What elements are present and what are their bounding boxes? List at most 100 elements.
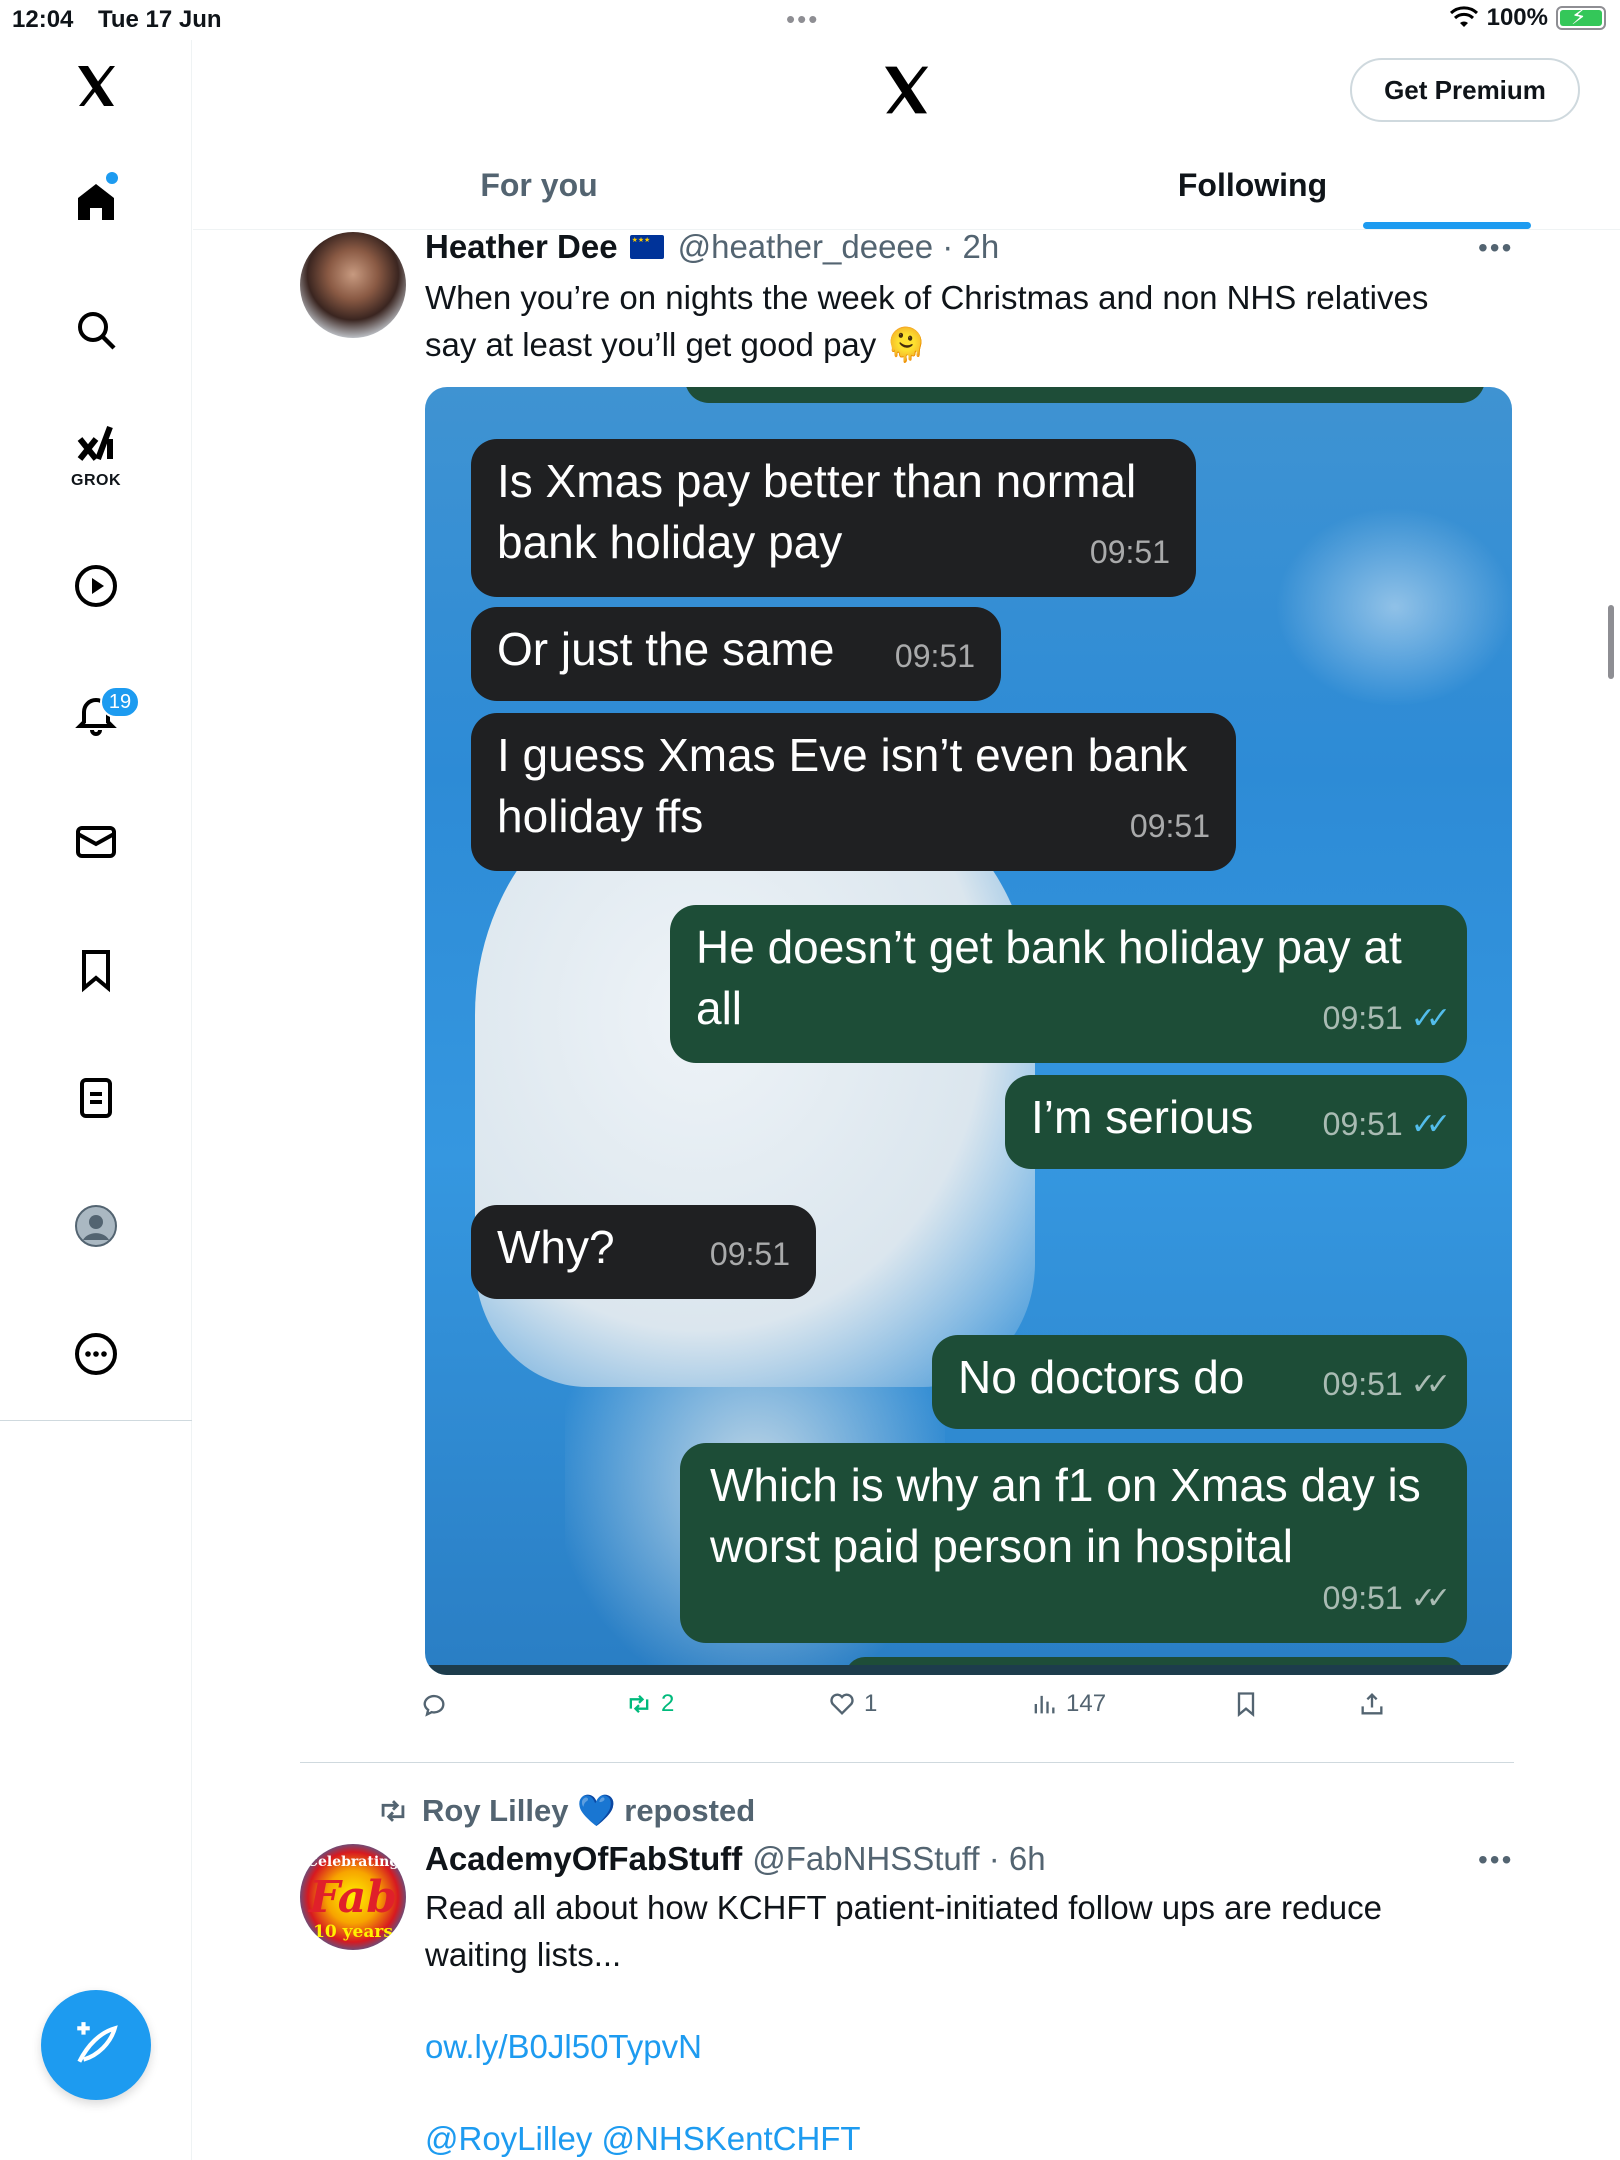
post2-text: Read all about how KCHFT patient-initiat… <box>425 1884 1382 1978</box>
bookmark-button[interactable] <box>1232 1690 1260 1718</box>
post2-author-handle[interactable]: @FabNHSStuff · 6h <box>752 1840 1045 1878</box>
post2-link[interactable]: ow.ly/B0Jl50TypvN <box>425 2028 702 2066</box>
sidebar-item-lists[interactable] <box>0 1052 192 1144</box>
x-logo-link[interactable] <box>0 40 192 132</box>
get-premium-button[interactable]: Get Premium <box>1350 58 1580 122</box>
x-header-logo-icon[interactable] <box>876 62 936 118</box>
home-icon <box>78 184 114 220</box>
sidebar-item-notifications[interactable]: 19 <box>0 668 192 760</box>
post-divider <box>300 1762 1514 1763</box>
multitask-dots-icon[interactable]: ••• <box>786 4 819 35</box>
wifi-icon <box>1449 6 1478 27</box>
chat-timestamp: 09:51 <box>709 1236 790 1272</box>
post1-author-name[interactable]: Heather Dee <box>425 228 618 266</box>
chat-bubble-text: He doesn’t get bank holiday pay at <box>696 921 1402 973</box>
scrollbar[interactable] <box>1608 605 1614 679</box>
views-count: 147 <box>1066 1690 1107 1717</box>
delivered-ticks-icon: ✓✓ <box>1410 1368 1451 1401</box>
mail-icon <box>76 826 116 858</box>
chat-bubble-text: I guess Xmas Eve isn’t even bank <box>497 729 1188 781</box>
eu-flag-icon <box>629 235 664 259</box>
sidebar-divider <box>0 1420 192 1421</box>
sidebar-item-bookmarks[interactable] <box>0 924 192 1016</box>
chat-bubble-text: holiday ffs <box>497 790 704 842</box>
grok-label: GROK <box>71 472 121 489</box>
tab-for-you[interactable]: For you <box>193 140 885 230</box>
reposted-by-text: Roy Lilley 💙 reposted <box>422 1793 756 1828</box>
chat-bubble-partial-top <box>685 387 1485 403</box>
post1-image[interactable]: Is Xmas pay better than normal bank holi… <box>425 387 1512 1675</box>
chat-bubble-outgoing: He doesn’t get bank holiday pay at all 0… <box>670 905 1467 1063</box>
delivered-ticks-icon: ✓✓ <box>1410 1582 1451 1615</box>
share-button[interactable] <box>1358 1690 1386 1718</box>
bookmark-icon <box>1237 1692 1255 1717</box>
chat-bubble-outgoing: No doctors do 09:51 ✓✓ <box>932 1335 1467 1429</box>
repost-context[interactable]: Roy Lilley 💙 reposted <box>376 1792 755 1829</box>
bookmark-icon <box>82 950 110 993</box>
post2-more-icon[interactable]: ••• <box>1478 1844 1513 1876</box>
share-icon <box>1361 1693 1383 1715</box>
post1-more-icon[interactable]: ••• <box>1478 232 1513 264</box>
post1-author-handle[interactable]: @heather_deeee · 2h <box>678 228 1000 266</box>
sidebar-item-more[interactable] <box>0 1308 192 1400</box>
chat-bubble-incoming: Why? 09:51 <box>471 1205 816 1299</box>
chat-bubble-text: Is Xmas pay better than normal <box>497 455 1137 507</box>
sidebar-item-messages[interactable] <box>0 796 192 888</box>
status-right: 100% ⚡ <box>1449 4 1606 32</box>
sidebar-item-home[interactable] <box>0 156 192 248</box>
sidebar-item-search[interactable] <box>0 284 192 376</box>
repost-icon <box>381 1799 405 1822</box>
image-bottom-bar <box>425 1665 1512 1675</box>
chat-timestamp: 09:51 ✓✓ <box>1323 1354 1451 1415</box>
read-ticks-icon: ✓✓ <box>1410 1002 1451 1035</box>
status-date: Tue 17 Jun <box>98 6 222 33</box>
chat-timestamp: 09:51 ✓✓ <box>1323 1094 1451 1155</box>
home-unread-dot <box>106 172 118 184</box>
list-icon <box>80 1078 112 1118</box>
read-ticks-icon: ✓✓ <box>1410 1108 1451 1141</box>
sidebar-item-video[interactable] <box>0 540 192 632</box>
post2-author-name[interactable]: AcademyOfFabStuff <box>425 1840 742 1878</box>
views-icon <box>1034 1695 1055 1714</box>
status-bar: 12:04 Tue 17 Jun ••• 100% ⚡ <box>0 0 1620 40</box>
chat-bubble-incoming: I guess Xmas Eve isn’t even bank holiday… <box>471 713 1236 871</box>
repost-count: 2 <box>661 1690 675 1717</box>
chat-timestamp: 09:51 <box>894 638 975 674</box>
battery-percent: 100% <box>1486 4 1548 31</box>
chat-bubble-outgoing: I’m serious 09:51 ✓✓ <box>1005 1075 1467 1169</box>
reply-icon <box>423 1694 445 1717</box>
chat-timestamp: 09:51 ✓✓ <box>1323 1568 1451 1629</box>
compose-button[interactable] <box>41 1990 151 2100</box>
post1-header: Heather Dee @heather_deeee · 2h <box>425 228 999 266</box>
chat-timestamp: 09:51 <box>1129 808 1210 844</box>
post2-mentions[interactable]: @RoyLilley @NHSKentCHFT <box>425 2120 861 2158</box>
more-icon <box>75 1333 117 1375</box>
repost-button[interactable]: 2 <box>625 1690 674 1718</box>
post1-avatar[interactable] <box>300 232 406 338</box>
post2-header: AcademyOfFabStuff @FabNHSStuff · 6h <box>425 1840 1046 1878</box>
photo-background-reflection <box>1275 507 1512 707</box>
profile-icon <box>75 1205 117 1247</box>
chat-timestamp: 09:51 <box>1089 534 1170 570</box>
chat-timestamp: 09:51 ✓✓ <box>1323 988 1451 1049</box>
sidebar-item-grok[interactable]: GROK <box>0 410 192 502</box>
notifications-badge: 19 <box>100 686 140 718</box>
compose-icon <box>77 2022 118 2063</box>
like-button[interactable]: 1 <box>828 1690 877 1718</box>
post1-text: When you’re on nights the week of Christ… <box>425 274 1428 368</box>
chat-bubble-incoming: Is Xmas pay better than normal bank holi… <box>471 439 1196 597</box>
chat-bubble-incoming: Or just the same 09:51 <box>471 607 1001 701</box>
search-icon <box>78 312 116 350</box>
chat-bubble-text: Which is why an f1 on Xmas day is <box>710 1459 1421 1511</box>
battery-icon: ⚡ <box>1556 4 1606 30</box>
tab-following[interactable]: Following <box>885 140 1620 230</box>
post2-avatar[interactable]: Celebrating Fab 10 years <box>300 1844 406 1950</box>
video-icon <box>75 565 117 607</box>
heart-icon <box>830 1693 854 1715</box>
sidebar: GROK 19 <box>0 40 192 2160</box>
reply-button[interactable] <box>420 1690 448 1718</box>
sidebar-item-profile[interactable] <box>0 1180 192 1272</box>
post1-actions: 2 1 147 <box>420 1690 1420 1730</box>
x-logo-icon <box>78 66 115 106</box>
views-button[interactable]: 147 <box>1030 1690 1106 1718</box>
